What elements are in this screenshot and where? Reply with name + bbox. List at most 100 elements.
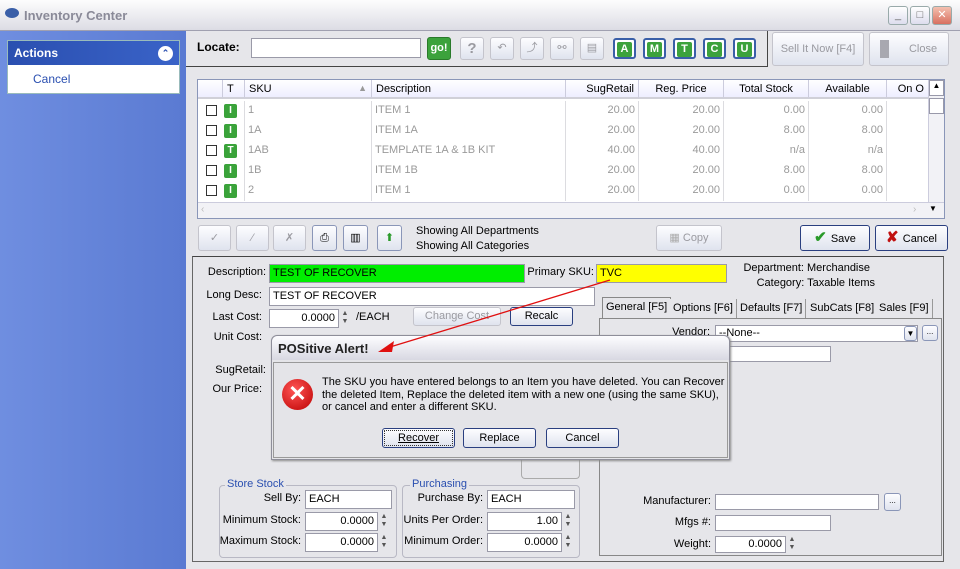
vendor-dropdown-icon[interactable]: ▼ — [904, 326, 917, 341]
scroll-up-icon[interactable]: ▲ — [929, 80, 944, 96]
filter-label: A — [617, 42, 632, 57]
close-label: Close — [908, 43, 938, 55]
row-checkbox[interactable] — [206, 125, 217, 136]
cell-description: ITEM 1B — [372, 161, 566, 181]
tab-defaults[interactable]: Defaults [F7] — [737, 299, 807, 318]
check-all-button[interactable]: ⁄ — [236, 225, 269, 251]
check-button[interactable]: ✓ — [198, 225, 231, 251]
weight-label: Weight: — [673, 538, 711, 550]
dialog-cancel-button[interactable]: Cancel — [546, 428, 619, 448]
row-checkbox[interactable] — [206, 145, 217, 156]
spinner-icon[interactable]: ▲ ▼ — [563, 513, 573, 530]
description-field[interactable]: TEST OF RECOVER — [269, 264, 525, 283]
copy-button[interactable]: ▦ Copy — [656, 225, 722, 251]
vendor-code-field[interactable] — [715, 346, 831, 362]
filter-c-button[interactable]: C — [703, 38, 726, 59]
edit-button[interactable]: ⤴ — [520, 37, 544, 60]
columns-button[interactable]: ▥ — [343, 225, 368, 251]
close-window-button[interactable]: ✕ — [932, 6, 952, 25]
column-header-on-order[interactable]: On O — [887, 80, 929, 99]
spinner-icon[interactable]: ▲ ▼ — [787, 536, 797, 553]
manufacturer-field[interactable] — [715, 494, 879, 510]
actions-header[interactable]: Actions ⌃ — [8, 41, 179, 65]
spinner-icon[interactable]: ▲ ▼ — [379, 534, 389, 551]
print-button[interactable]: ⎙ — [312, 225, 337, 251]
vendor-select[interactable]: --None-- — [715, 325, 918, 342]
weight-field[interactable]: 0.0000 — [715, 536, 786, 553]
tab-sales[interactable]: Sales [F9] — [876, 299, 933, 318]
recover-button[interactable]: Recover — [382, 428, 455, 448]
department-text: Department: Merchandise — [743, 262, 870, 274]
table-row[interactable]: I 1B ITEM 1B 20.00 20.00 8.00 8.00 — [198, 161, 928, 181]
scroll-thumb[interactable] — [929, 98, 944, 114]
replace-button[interactable]: Replace — [463, 428, 536, 448]
tab-subcats[interactable]: SubCats [F8] — [807, 299, 879, 318]
sell-by-field[interactable]: EACH — [305, 490, 392, 509]
minimum-order-field[interactable]: 0.0000 — [487, 533, 562, 552]
sell-it-now-button[interactable]: Sell It Now [F4] — [772, 32, 864, 66]
help-button[interactable]: ? — [460, 37, 484, 60]
scroll-down-icon[interactable]: ▼ — [929, 204, 937, 213]
spinner-icon[interactable]: ▲ ▼ — [340, 310, 350, 327]
save-button[interactable]: ✔ Save — [800, 225, 870, 251]
undo-button[interactable]: ↶ — [490, 37, 514, 60]
locate-input[interactable] — [251, 38, 421, 58]
maximize-button[interactable]: □ — [910, 6, 930, 25]
table-row[interactable]: I 2 ITEM 1 20.00 20.00 0.00 0.00 — [198, 181, 928, 201]
minimum-stock-field[interactable]: 0.0000 — [305, 512, 378, 531]
purchase-by-field[interactable]: EACH — [487, 490, 575, 509]
cell-total-stock: 8.00 — [724, 121, 809, 141]
close-button[interactable]: Close — [869, 32, 949, 66]
cell-sugretail: 20.00 — [566, 121, 639, 141]
column-header-description[interactable]: Description — [372, 80, 566, 99]
column-header-sugretail[interactable]: SugRetail — [566, 80, 639, 99]
column-header-total-stock[interactable]: Total Stock — [724, 80, 809, 99]
horizontal-scrollbar[interactable]: ‹ › ▼ — [198, 202, 944, 218]
filter-u-button[interactable]: U — [733, 38, 756, 59]
mfgs-field[interactable] — [715, 515, 831, 531]
units-per-order-field[interactable]: 1.00 — [487, 512, 562, 531]
title-bar: Inventory Center _ □ ✕ — [0, 0, 960, 31]
last-cost-field[interactable]: 0.0000 — [269, 309, 339, 328]
tab-options[interactable]: Options [F6] — [670, 299, 737, 318]
row-checkbox[interactable] — [206, 105, 217, 116]
manufacturer-browse-button[interactable]: ... — [884, 493, 901, 511]
find-button[interactable]: ⚯ — [550, 37, 574, 60]
long-desc-field[interactable]: TEST OF RECOVER — [269, 287, 595, 306]
row-checkbox[interactable] — [206, 185, 217, 196]
uncheck-button[interactable]: ✗ — [273, 225, 306, 251]
spinner-icon[interactable]: ▲ ▼ — [379, 513, 389, 530]
filter-a-button[interactable]: A — [613, 38, 636, 59]
vendor-browse-button[interactable]: ... — [922, 325, 938, 341]
change-cost-button[interactable]: Change Cost — [413, 307, 501, 326]
tab-general[interactable]: General [F5] — [602, 297, 672, 319]
table-row[interactable]: I 1A ITEM 1A 20.00 20.00 8.00 8.00 — [198, 121, 928, 141]
export-button[interactable]: ⬆ — [377, 225, 402, 251]
cell-description: TEMPLATE 1A & 1B KIT — [372, 141, 566, 161]
maximum-stock-field[interactable]: 0.0000 — [305, 533, 378, 552]
column-header-sku[interactable]: SKU ▲ — [245, 80, 372, 99]
table-row[interactable]: T 1AB TEMPLATE 1A & 1B KIT 40.00 40.00 n/a n/a — [198, 141, 928, 161]
column-header-available[interactable]: Available — [809, 80, 887, 99]
go-button[interactable]: go! — [427, 37, 451, 60]
filter-label: T — [677, 42, 692, 57]
preview-button[interactable]: ▤ — [580, 37, 604, 60]
collapse-icon[interactable]: ⌃ — [158, 46, 173, 61]
filter-m-button[interactable]: M — [643, 38, 666, 59]
recalc-button[interactable]: Recalc — [510, 307, 573, 326]
cell-sugretail: 40.00 — [566, 141, 639, 161]
spinner-icon[interactable]: ▲ ▼ — [563, 534, 573, 551]
row-checkbox[interactable] — [206, 165, 217, 176]
sidebar-item-cancel[interactable]: Cancel — [8, 65, 179, 93]
column-header-type[interactable]: T — [223, 80, 245, 99]
x-icon: ✘ — [886, 229, 903, 246]
table-row[interactable]: I 1 ITEM 1 20.00 20.00 0.00 0.00 — [198, 101, 928, 121]
vertical-scrollbar[interactable]: ▲ — [928, 80, 944, 202]
minimize-button[interactable]: _ — [888, 6, 908, 25]
column-header-select[interactable] — [198, 80, 223, 99]
filter-t-button[interactable]: T — [673, 38, 696, 59]
cancel-button[interactable]: ✘ Cancel — [875, 225, 948, 251]
column-header-reg-price[interactable]: Reg. Price — [639, 80, 724, 99]
scroll-left-icon[interactable]: ‹ — [201, 204, 204, 215]
scroll-right-icon[interactable]: › — [913, 204, 916, 215]
